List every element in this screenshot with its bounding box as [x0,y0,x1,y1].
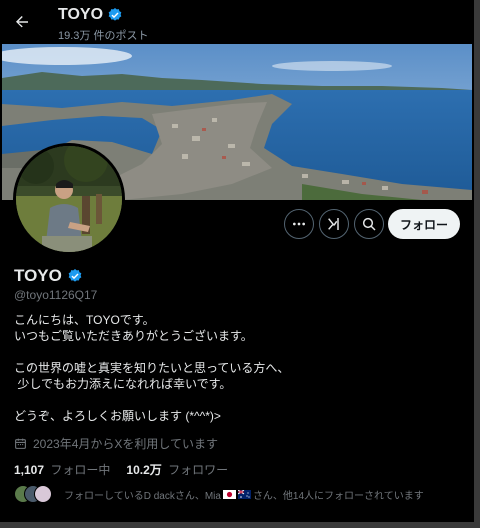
window-edge [0,522,480,528]
window-edge [474,0,480,528]
header-title: TOYO [58,6,123,24]
verified-badge-icon[interactable] [67,268,83,284]
following-link[interactable]: 1,107 フォロー中 [14,461,110,478]
followers-label: フォロワー [168,463,229,477]
profile-bio: こんにちは、TOYOです。 いつもご覧いただきありがとうございます。 この世界の… [14,312,454,424]
profile-handle: @toyo1126Q17 [14,288,98,302]
joined-date: 2023年4月からXを利用しています [14,435,218,452]
arrow-left-icon [16,16,28,28]
bio-line: 少しでもお力添えになれれば幸いです。 [14,377,232,391]
profile-page: TOYO 19.3万 件のポスト フォロー TOYO @toyo1126Q17 … [0,0,474,522]
japan-flag-icon [222,489,236,499]
joined-text: 2023年4月からXを利用しています [33,437,219,451]
followed-by-prefix: フォローしているD dackさん、Mia [64,490,221,502]
followers-count: 10.2万 [126,463,162,477]
bio-line: この世界の嘘と真実を知りたいと思っている方へ、 [14,361,290,375]
follower-avatars [14,485,54,503]
search-icon [362,217,376,231]
grok-icon [328,218,339,230]
header-name: TOYO [58,6,104,23]
following-label: フォロー中 [50,463,111,477]
avatar-image [16,146,122,252]
back-button[interactable] [10,10,34,34]
followers-link[interactable]: 10.2万 フォロワー [126,461,228,478]
display-name: TOYO [14,266,62,285]
follow-stats: 1,107 フォロー中 10.2万 フォロワー [14,461,228,478]
follow-button[interactable]: フォロー [388,209,460,239]
more-button[interactable] [284,209,314,239]
verified-badge-icon [108,8,122,21]
grok-button[interactable] [319,209,349,239]
calendar-icon [15,438,26,449]
followed-by-suffix: さん、他14人にフォローされています [252,490,424,502]
following-count: 1,107 [14,463,45,477]
bio-line: いつもご覧いただきありがとうございます。 [14,329,253,343]
avatar [34,485,52,503]
followed-by-text: フォローしているD dackさん、Mia さん、他14人にフォローされています [64,487,424,502]
bio-line: どうぞ、よろしくお願いします (*^^*)> [14,409,221,423]
top-bar: TOYO 19.3万 件のポスト [0,0,474,44]
profile-avatar[interactable] [13,143,125,255]
bio-line: こんにちは、TOYOです。 [14,313,155,327]
search-button[interactable] [354,209,384,239]
followers-you-know[interactable]: フォローしているD dackさん、Mia さん、他14人にフォローされています [14,485,424,503]
more-icon [293,222,305,226]
post-count: 19.3万 件のポスト [58,30,149,42]
profile-name-row: TOYO [14,266,83,286]
australia-flag-icon [237,489,251,499]
